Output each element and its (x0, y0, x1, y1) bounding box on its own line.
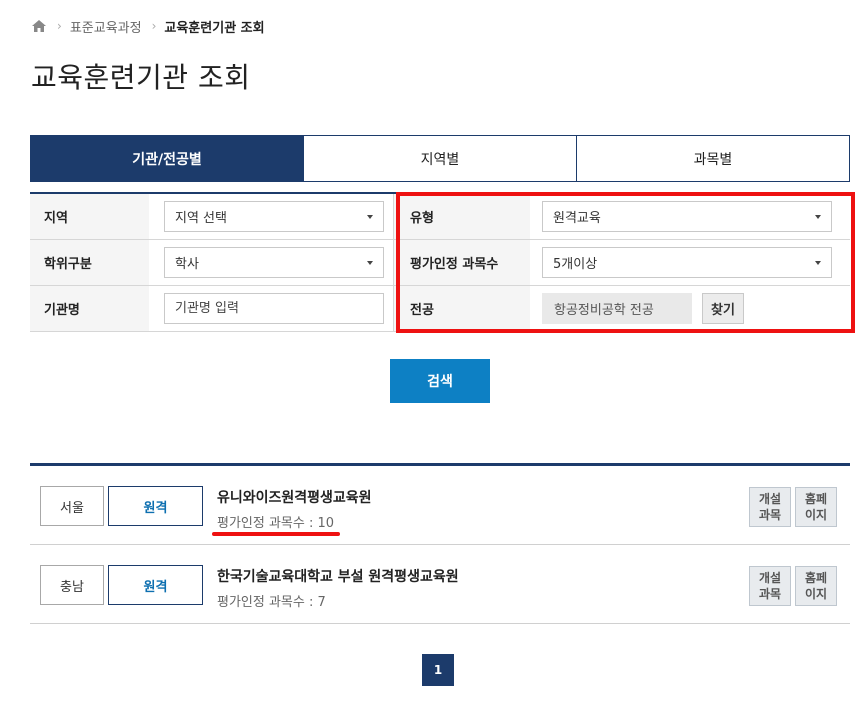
institution-name-input[interactable] (164, 293, 384, 324)
filter-table: 지역 지역 선택 유형 원격교육 학위구분 학사 평가인정 과목수 5개이상 기… (30, 192, 850, 332)
list-item: 서울 원격 유니와이즈원격평생교육원 평가인정 과목수 : 10 개설 과목 홈… (30, 466, 850, 545)
filter-row: 지역 지역 선택 유형 원격교육 (30, 194, 850, 240)
type-badge: 원격 (108, 486, 203, 526)
degree-label: 학위구분 (30, 240, 149, 285)
breadcrumb-separator-icon: › (57, 19, 62, 33)
type-select[interactable]: 원격교육 (542, 201, 832, 232)
region-badge: 서울 (40, 486, 104, 526)
filter-row: 학위구분 학사 평가인정 과목수 5개이상 (30, 240, 850, 286)
course-count-select[interactable]: 5개이상 (542, 247, 832, 278)
type-select-value: 원격교육 (553, 211, 601, 226)
breadcrumb-separator-icon: › (151, 19, 157, 33)
results-list: 서울 원격 유니와이즈원격평생교육원 평가인정 과목수 : 10 개설 과목 홈… (30, 463, 850, 624)
course-count-field-cell: 5개이상 (530, 240, 850, 285)
chevron-down-icon (815, 214, 821, 219)
region-select-value: 지역 선택 (175, 211, 227, 226)
type-field-cell: 원격교육 (530, 194, 850, 239)
course-count-select-value: 5개이상 (553, 257, 598, 272)
region-field-cell: 지역 선택 (149, 194, 393, 239)
institution-field-cell (149, 286, 393, 331)
type-badge: 원격 (108, 565, 203, 605)
major-value-field: 항공정비공학 전공 (542, 293, 692, 324)
breadcrumb-item-current: 교육훈련기관 조회 (164, 20, 265, 36)
page-title: 교육훈련기관 조회 (31, 61, 251, 94)
region-badge: 충남 (40, 565, 104, 605)
breadcrumb: › 표준교육과정 › 교육훈련기관 조회 (31, 17, 275, 36)
homepage-button[interactable]: 홈페 이지 (795, 487, 837, 527)
region-label: 지역 (30, 194, 149, 239)
list-item: 충남 원격 한국기술교육대학교 부설 원격평생교육원 평가인정 과목수 : 7 … (30, 545, 850, 624)
search-button[interactable]: 검색 (390, 359, 490, 403)
course-count-text: 평가인정 과목수 : 10 (217, 516, 335, 531)
highlight-underline-annotation (212, 532, 340, 536)
home-icon[interactable] (31, 19, 47, 33)
degree-select-value: 학사 (175, 257, 199, 272)
type-label: 유형 (393, 194, 530, 239)
course-count-label: 평가인정 과목수 (393, 240, 530, 285)
homepage-button[interactable]: 홈페 이지 (795, 566, 837, 606)
course-count-text: 평가인정 과목수 : 7 (217, 595, 326, 610)
chevron-down-icon (367, 214, 373, 219)
chevron-down-icon (367, 260, 373, 265)
filter-row: 기관명 전공 항공정비공학 전공 찾기 (30, 286, 850, 332)
major-field-cell: 항공정비공학 전공 찾기 (530, 286, 850, 331)
institution-name-link[interactable]: 한국기술교육대학교 부설 원격평생교육원 (217, 566, 459, 586)
open-courses-button[interactable]: 개설 과목 (749, 566, 791, 606)
pagination-page-1[interactable]: 1 (422, 654, 454, 686)
tab-region[interactable]: 지역별 (303, 136, 576, 181)
institution-name-link[interactable]: 유니와이즈원격평생교육원 (217, 487, 372, 507)
institution-label: 기관명 (30, 286, 149, 331)
chevron-down-icon (815, 260, 821, 265)
open-courses-button[interactable]: 개설 과목 (749, 487, 791, 527)
major-label: 전공 (393, 286, 530, 331)
tab-institution-major[interactable]: 기관/전공별 (31, 136, 303, 181)
search-tabs: 기관/전공별 지역별 과목별 (30, 135, 850, 182)
region-select[interactable]: 지역 선택 (164, 201, 384, 232)
breadcrumb-item-standard-course[interactable]: 표준교육과정 (70, 17, 142, 36)
find-major-button[interactable]: 찾기 (702, 293, 744, 324)
tab-subject[interactable]: 과목별 (576, 136, 849, 181)
degree-select[interactable]: 학사 (164, 247, 384, 278)
degree-field-cell: 학사 (149, 240, 393, 285)
